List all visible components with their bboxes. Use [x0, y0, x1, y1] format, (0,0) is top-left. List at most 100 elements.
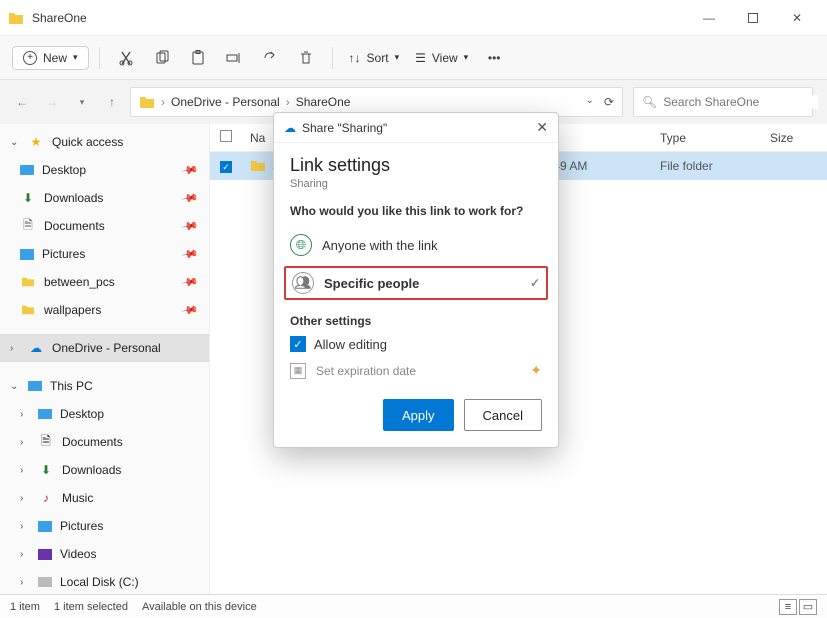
sidebar-item-desktop[interactable]: Desktop📌 — [0, 156, 209, 184]
titlebar: ShareOne — ✕ — [0, 0, 827, 36]
more-icon[interactable]: ••• — [478, 42, 510, 74]
check-icon: ✓ — [530, 276, 540, 290]
cloud-icon: ☁ — [28, 340, 44, 356]
share-dialog: ☁ Share "Sharing" ✕ Link settings Sharin… — [273, 112, 559, 448]
option-specific[interactable]: 👥︎ Specific people ✓ — [284, 266, 548, 300]
icons-view-button[interactable]: ▭ — [799, 599, 817, 615]
sidebar-pc-downloads[interactable]: ›⬇Downloads — [0, 456, 209, 484]
new-button[interactable]: + New ▾ — [12, 46, 89, 70]
minimize-button[interactable]: — — [687, 3, 731, 33]
chevron-down-icon: ▾ — [73, 52, 78, 63]
chevron-down-icon: ▾ — [395, 52, 400, 63]
sidebar-item-pictures[interactable]: Pictures📌 — [0, 240, 209, 268]
col-size[interactable]: Size — [770, 131, 827, 145]
delete-icon[interactable] — [290, 42, 322, 74]
sidebar-item-betweenpcs[interactable]: between_pcs📌 — [0, 268, 209, 296]
checkbox-icon[interactable] — [220, 130, 232, 142]
toolbar: + New ▾ ↑↓ Sort ▾ ☰ View ▾ ••• — [0, 36, 827, 80]
sidebar-pc-desktop[interactable]: ›Desktop — [0, 400, 209, 428]
sidebar-pc-localdisk[interactable]: ›Local Disk (C:) — [0, 568, 209, 594]
premium-icon: ✦ — [530, 362, 542, 379]
search-icon: 🔍︎ — [642, 95, 657, 109]
folder-icon — [20, 274, 36, 290]
view-button[interactable]: ☰ View ▾ — [409, 47, 474, 69]
close-icon[interactable]: ✕ — [536, 119, 548, 136]
pin-icon: 📌 — [181, 273, 200, 292]
globe-icon: 🌐︎ — [290, 234, 312, 256]
up-button[interactable]: ↑ — [104, 95, 120, 109]
sidebar-this-pc[interactable]: ⌄ This PC — [0, 372, 209, 400]
col-type[interactable]: Type — [660, 131, 770, 145]
cut-icon[interactable] — [110, 42, 142, 74]
new-label: New — [43, 51, 67, 65]
chevron-down-icon[interactable]: ⌄ — [586, 95, 594, 109]
dialog-heading: Link settings — [290, 155, 542, 176]
expiration-label: Set expiration date — [316, 364, 416, 378]
maximize-button[interactable] — [731, 3, 775, 33]
plus-icon: + — [23, 51, 37, 65]
option-anyone[interactable]: 🌐︎ Anyone with the link — [290, 228, 542, 262]
sort-button[interactable]: ↑↓ Sort ▾ — [343, 47, 406, 69]
pc-icon — [28, 381, 42, 391]
pin-icon: 📌 — [181, 217, 200, 236]
disk-icon — [38, 577, 52, 587]
pictures-icon — [20, 249, 34, 260]
checkbox-icon[interactable]: ✓ — [220, 161, 232, 173]
breadcrumb-seg[interactable]: OneDrive - Personal — [171, 95, 280, 109]
allow-editing-checkbox[interactable]: ✓ Allow editing — [290, 336, 542, 352]
refresh-icon[interactable]: ⟳ — [604, 95, 614, 109]
forward-button[interactable]: → — [44, 95, 60, 109]
status-avail: Available on this device — [142, 601, 257, 613]
window-title: ShareOne — [32, 11, 687, 25]
cloud-icon: ☁ — [284, 121, 296, 135]
document-icon: 🗎 — [38, 434, 54, 450]
dialog-titlebar: ☁ Share "Sharing" ✕ — [274, 113, 558, 143]
option-label: Specific people — [324, 276, 419, 291]
folder-icon — [139, 95, 155, 109]
sidebar-item-wallpapers[interactable]: wallpapers📌 — [0, 296, 209, 324]
other-settings-heading: Other settings — [290, 314, 542, 328]
sidebar-item-documents[interactable]: 🗎Documents📌 — [0, 212, 209, 240]
sort-icon: ↑↓ — [349, 51, 361, 65]
people-icon: 👥︎ — [292, 272, 314, 294]
checkbox-icon: ✓ — [290, 336, 306, 352]
star-icon: ★ — [28, 134, 44, 150]
chevron-down-icon: ▾ — [464, 52, 469, 63]
pin-icon: 📌 — [181, 301, 200, 320]
search-input[interactable] — [663, 95, 818, 109]
desktop-icon — [20, 165, 34, 175]
dialog-question: Who would you like this link to work for… — [290, 204, 542, 218]
dialog-title: Share "Sharing" — [302, 121, 387, 135]
row-type: File folder — [660, 159, 770, 173]
back-button[interactable]: ← — [14, 95, 30, 109]
sidebar-pc-music[interactable]: ›♪Music — [0, 484, 209, 512]
download-icon: ⬇ — [20, 190, 36, 206]
search-box[interactable]: 🔍︎ — [633, 87, 813, 117]
close-button[interactable]: ✕ — [775, 3, 819, 33]
dialog-subheading: Sharing — [290, 178, 542, 190]
expiration-row[interactable]: ▦ Set expiration date ✦ — [290, 362, 542, 379]
calendar-icon: ▦ — [290, 363, 306, 379]
rename-icon[interactable] — [218, 42, 250, 74]
sidebar-onedrive[interactable]: › ☁ OneDrive - Personal — [0, 334, 209, 362]
recent-button[interactable]: ▾ — [74, 95, 90, 109]
sidebar-pc-documents[interactable]: ›🗎Documents — [0, 428, 209, 456]
cancel-button[interactable]: Cancel — [464, 399, 542, 431]
sidebar-pc-pictures[interactable]: ›Pictures — [0, 512, 209, 540]
share-icon[interactable] — [254, 42, 286, 74]
video-icon — [38, 549, 52, 560]
sidebar-pc-videos[interactable]: ›Videos — [0, 540, 209, 568]
music-icon: ♪ — [38, 490, 54, 506]
sidebar-item-downloads[interactable]: ⬇Downloads📌 — [0, 184, 209, 212]
sidebar-quick-access[interactable]: ⌄ ★ Quick access — [0, 128, 209, 156]
paste-icon[interactable] — [182, 42, 214, 74]
download-icon: ⬇ — [38, 462, 54, 478]
breadcrumb-seg[interactable]: ShareOne — [296, 95, 351, 109]
allow-editing-label: Allow editing — [314, 337, 387, 352]
pin-icon: 📌 — [181, 245, 200, 264]
details-view-button[interactable]: ≡ — [779, 599, 797, 615]
pin-icon: 📌 — [181, 189, 200, 208]
apply-button[interactable]: Apply — [383, 399, 454, 431]
folder-icon — [20, 302, 36, 318]
copy-icon[interactable] — [146, 42, 178, 74]
